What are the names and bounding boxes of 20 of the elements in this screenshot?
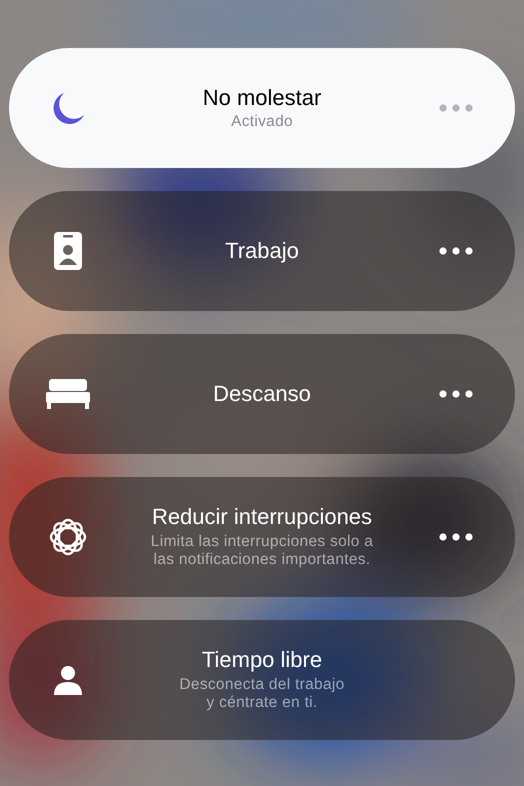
mode-subtitle: Desconecta del trabajo y céntrate en ti. [178, 676, 346, 713]
mode-title: Descanso [212, 380, 312, 408]
focus-mode-button[interactable]: No molestar Activado [9, 48, 515, 168]
more-icon[interactable] [439, 247, 473, 255]
mode-subtitle: Activado [230, 112, 294, 132]
mode-title: No molestar [202, 84, 322, 111]
mode-title: Tiempo libre [200, 647, 324, 674]
mode-title: Trabajo [224, 238, 300, 264]
mode-subtitle: Limita las interrupciones solo a las notificaciones importantes. [150, 532, 374, 570]
focus-mode-button[interactable]: Reducir interrupciones Limita las interrupciones solo a las notificaciones importantes. [9, 477, 515, 597]
focus-mode-button[interactable]: Descanso [9, 334, 515, 454]
more-icon[interactable] [439, 390, 473, 398]
focus-mode-button[interactable]: Trabajo [9, 191, 515, 311]
mode-title: Reducir interrupciones [150, 504, 374, 531]
person-icon [53, 665, 83, 695]
focus-mode-button[interactable]: Tiempo libre Desconecta del trabajo y céntrate en ti. [9, 620, 515, 740]
id-badge-icon [54, 232, 82, 270]
flower-icon [48, 517, 88, 557]
bed-icon [46, 379, 90, 409]
more-icon[interactable] [439, 533, 473, 541]
